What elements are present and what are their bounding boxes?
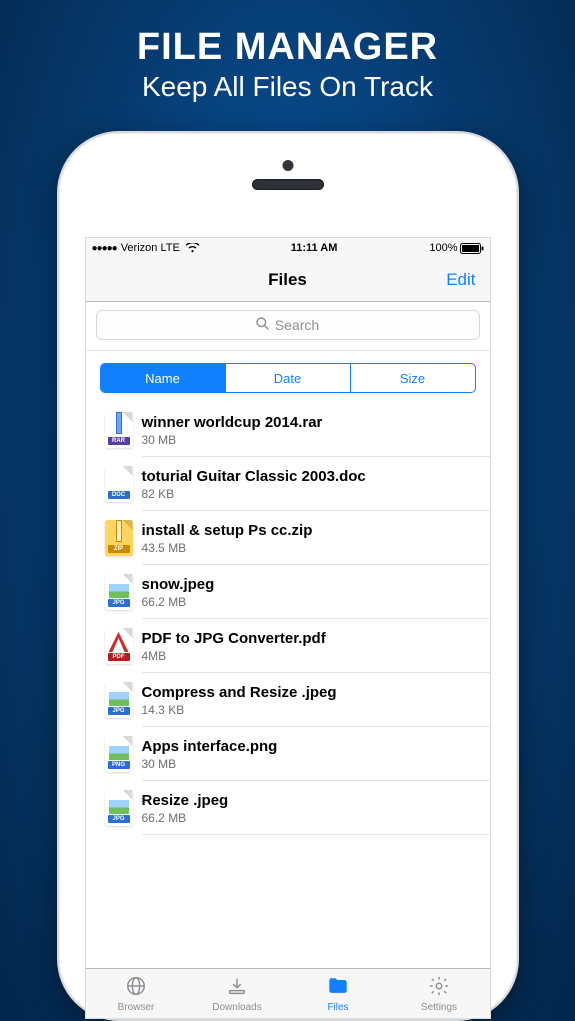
promo-subtitle: Keep All Files On Track	[137, 71, 438, 103]
edit-button[interactable]: Edit	[446, 270, 475, 290]
file-name: PDF to JPG Converter.pdf	[142, 630, 326, 647]
status-bar: ●●●●● Verizon LTE 11:11 AM 100%	[86, 238, 490, 258]
file-type-icon: PDF	[96, 628, 142, 664]
battery-label: 100%	[429, 242, 457, 254]
folder-icon	[326, 975, 350, 1000]
file-type-icon: JPG	[96, 790, 142, 826]
phone-speaker	[252, 179, 324, 190]
file-name: toturial Guitar Classic 2003.doc	[142, 468, 366, 485]
file-type-icon: JPG	[96, 682, 142, 718]
globe-icon	[124, 975, 148, 1000]
search-placeholder: Search	[275, 317, 319, 333]
carrier-label: Verizon LTE	[121, 242, 180, 254]
file-type-icon: DOC	[96, 466, 142, 502]
battery-icon	[460, 243, 484, 254]
file-type-icon: JPG	[96, 574, 142, 610]
file-row[interactable]: JPGResize .jpeg 66.2 MB	[86, 781, 490, 835]
tab-browser[interactable]: Browser	[86, 969, 187, 1018]
file-name: Resize .jpeg	[142, 792, 229, 809]
tab-downloads[interactable]: Downloads	[187, 969, 288, 1018]
file-row[interactable]: PNGApps interface.png 30 MB	[86, 727, 490, 781]
segment-date[interactable]: Date	[225, 364, 350, 392]
file-type-icon: ZIP	[96, 520, 142, 556]
phone-frame: ●●●●● Verizon LTE 11:11 AM 100% Files Ed…	[57, 131, 519, 1021]
clock-label: 11:11 AM	[199, 242, 430, 254]
file-row[interactable]: DOCtoturial Guitar Classic 2003.doc 82 KB	[86, 457, 490, 511]
file-size: 43.5 MB	[142, 541, 313, 555]
sort-segment-container: NameDateSize	[86, 351, 490, 403]
file-row[interactable]: JPGsnow.jpeg 66.2 MB	[86, 565, 490, 619]
tab-label: Files	[327, 1002, 348, 1013]
file-row[interactable]: ZIPinstall & setup Ps cc.zip 43.5 MB	[86, 511, 490, 565]
promo-header: FILE MANAGER Keep All Files On Track	[137, 26, 438, 103]
segment-size[interactable]: Size	[350, 364, 475, 392]
file-size: 30 MB	[142, 757, 278, 771]
search-container: Search	[86, 302, 490, 351]
search-icon	[256, 317, 269, 333]
tab-bar: Browser Downloads Files Settings	[86, 968, 490, 1018]
file-type-icon: RAR	[96, 412, 142, 448]
file-row[interactable]: JPGCompress and Resize .jpeg 14.3 KB	[86, 673, 490, 727]
tab-label: Browser	[118, 1002, 155, 1013]
tab-label: Downloads	[212, 1002, 261, 1013]
search-input[interactable]: Search	[96, 310, 480, 340]
file-size: 30 MB	[142, 433, 323, 447]
segment-name[interactable]: Name	[101, 364, 225, 392]
gear-icon	[427, 975, 451, 1000]
page-title: Files	[268, 270, 307, 290]
sort-segmented-control: NameDateSize	[100, 363, 476, 393]
tab-files[interactable]: Files	[288, 969, 389, 1018]
download-icon	[225, 975, 249, 1000]
file-row[interactable]: PDFPDF to JPG Converter.pdf 4MB	[86, 619, 490, 673]
screen: ●●●●● Verizon LTE 11:11 AM 100% Files Ed…	[85, 237, 491, 1019]
file-size: 14.3 KB	[142, 703, 337, 717]
file-name: winner worldcup 2014.rar	[142, 414, 323, 431]
phone-camera	[282, 160, 293, 171]
file-size: 66.2 MB	[142, 811, 229, 825]
tab-settings[interactable]: Settings	[389, 969, 490, 1018]
signal-dots-icon: ●●●●●	[92, 243, 117, 254]
file-type-icon: PNG	[96, 736, 142, 772]
file-name: Compress and Resize .jpeg	[142, 684, 337, 701]
file-name: snow.jpeg	[142, 576, 215, 593]
file-row[interactable]: RARwinner worldcup 2014.rar 30 MB	[86, 403, 490, 457]
file-size: 4MB	[142, 649, 326, 663]
promo-title: FILE MANAGER	[137, 26, 438, 69]
file-name: install & setup Ps cc.zip	[142, 522, 313, 539]
file-size: 66.2 MB	[142, 595, 215, 609]
file-list[interactable]: RARwinner worldcup 2014.rar 30 MB DOCtotur…	[86, 403, 490, 968]
nav-bar: Files Edit	[86, 258, 490, 302]
wifi-icon	[186, 243, 199, 253]
file-name: Apps interface.png	[142, 738, 278, 755]
file-size: 82 KB	[142, 487, 366, 501]
tab-label: Settings	[421, 1002, 457, 1013]
